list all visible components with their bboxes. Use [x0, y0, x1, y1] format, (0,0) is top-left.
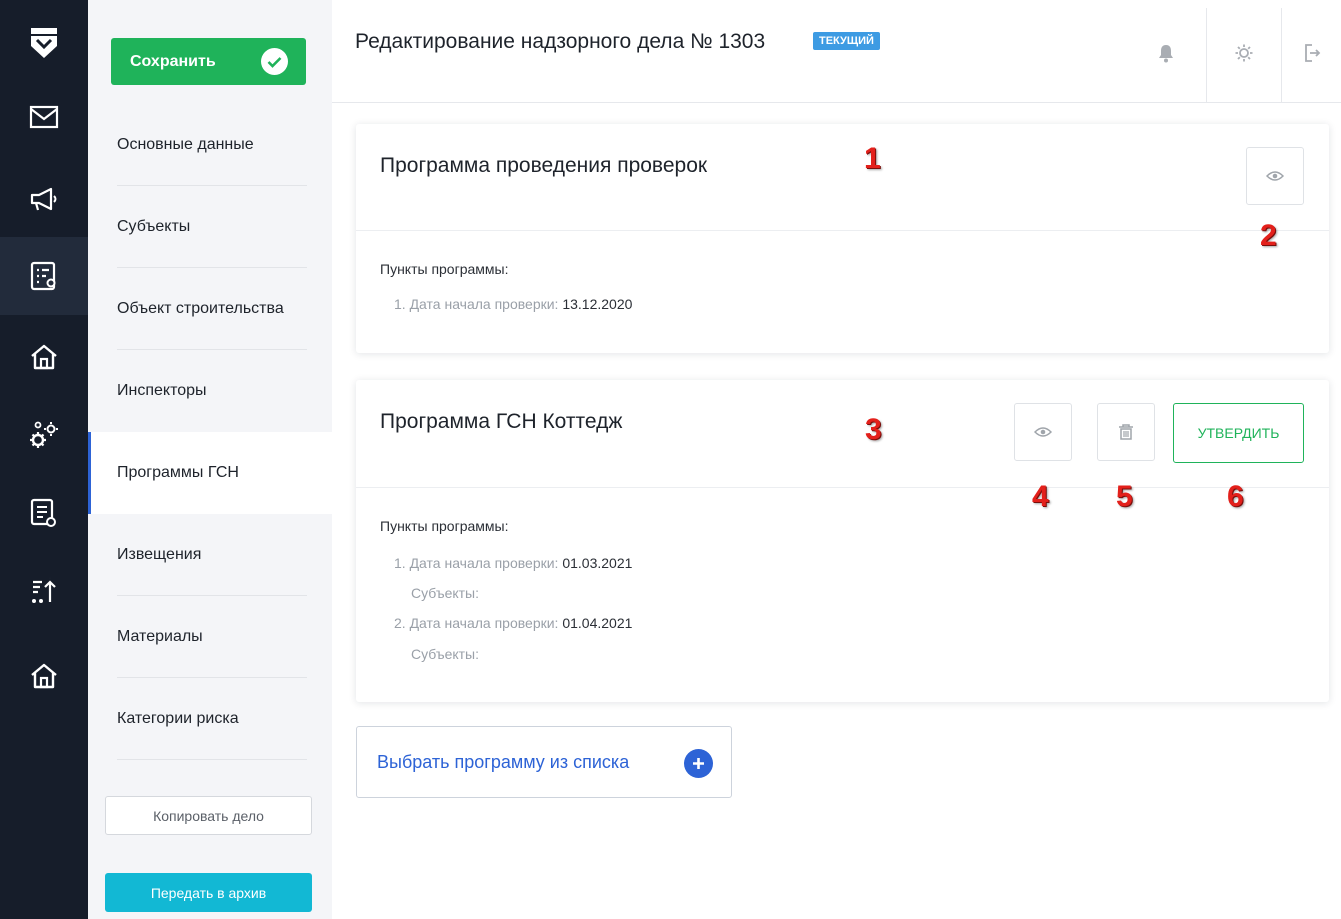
- item-date-label: Дата начала проверки:: [409, 296, 559, 312]
- nav-item-label: Субъекты: [117, 218, 191, 235]
- case-list-icon[interactable]: [0, 237, 88, 315]
- callout-number: 5: [1116, 480, 1133, 513]
- logout-icon[interactable]: [1282, 10, 1341, 95]
- nav-item-risk-categories[interactable]: Категории риска: [88, 678, 332, 760]
- view-button[interactable]: [1246, 147, 1304, 205]
- card-header: Программа ГСН Коттедж УТВЕРДИТЬ: [356, 380, 1329, 488]
- program-card: Программа проведения проверок Пункты про…: [356, 124, 1329, 353]
- page-title: Редактирование надзорного дела № 1303: [355, 30, 766, 53]
- page-header: Редактирование надзорного дела № 1303 ТЕ…: [332, 0, 1341, 103]
- nav-item-label: Извещения: [117, 546, 202, 563]
- nav-item-label: Категории риска: [117, 710, 239, 727]
- items-label: Пункты программы:: [380, 261, 509, 277]
- plus-icon: [684, 749, 713, 778]
- item-date-label: Дата начала проверки:: [409, 555, 559, 571]
- nav-item-construction-object[interactable]: Объект строительства: [88, 268, 332, 350]
- item-subjects-label: Субъекты:: [411, 585, 480, 601]
- card-header: Программа проведения проверок: [356, 124, 1329, 231]
- nav-item-main-data[interactable]: Основные данные: [88, 104, 332, 186]
- nav-item-label: Основные данные: [117, 136, 254, 153]
- pick-program-button[interactable]: Выбрать программу из списка: [356, 726, 732, 798]
- delete-button[interactable]: [1097, 403, 1155, 461]
- program-item: 1. Дата начала проверки: 13.12.2020: [394, 296, 632, 312]
- nav-item-label: Объект строительства: [117, 300, 284, 317]
- items-label: Пункты программы:: [380, 518, 509, 534]
- mail-icon[interactable]: [0, 78, 88, 156]
- callout-number: 1: [864, 142, 881, 175]
- item-date: 01.04.2021: [562, 615, 633, 631]
- gear-icon[interactable]: [1207, 10, 1281, 95]
- item-date-label: Дата начала проверки:: [409, 615, 559, 631]
- logo-icon[interactable]: [0, 0, 88, 86]
- pick-program-label: Выбрать программу из списка: [377, 751, 630, 772]
- sort-icon[interactable]: [0, 552, 88, 630]
- save-button[interactable]: Сохранить: [111, 38, 306, 85]
- nav-item-gsn-programs[interactable]: Программы ГСН: [88, 432, 332, 514]
- status-badge: ТЕКУЩИЙ: [813, 32, 880, 50]
- nav-item-notices[interactable]: Извещения: [88, 514, 332, 596]
- callout-number: 4: [1032, 480, 1049, 513]
- view-button[interactable]: [1014, 403, 1072, 461]
- archive-button[interactable]: Передать в архив: [105, 873, 312, 912]
- item-date: 01.03.2021: [562, 555, 633, 571]
- nav-item-label: Инспекторы: [117, 382, 207, 399]
- eye-icon: [1034, 427, 1052, 437]
- approve-button[interactable]: УТВЕРДИТЬ: [1173, 403, 1304, 463]
- nav-item-materials[interactable]: Материалы: [88, 596, 332, 678]
- copy-case-button[interactable]: Копировать дело: [105, 796, 312, 835]
- item-number: 1.: [394, 296, 406, 312]
- item-subjects-label: Субъекты:: [411, 646, 480, 662]
- bell-icon[interactable]: [1146, 10, 1186, 95]
- home-icon[interactable]: [0, 637, 88, 715]
- item-number: 1.: [394, 555, 406, 571]
- item-number: 2.: [394, 615, 406, 631]
- divider: [117, 759, 307, 760]
- home-icon[interactable]: [0, 318, 88, 396]
- eye-icon: [1266, 171, 1284, 181]
- item-date: 13.12.2020: [562, 296, 633, 312]
- nav-item-label: Материалы: [117, 628, 203, 645]
- report-icon[interactable]: [0, 474, 88, 552]
- callout-number: 3: [865, 413, 882, 446]
- program-card: Программа ГСН Коттедж УТВЕРДИТЬ Пункты п…: [356, 380, 1329, 702]
- section-nav: Сохранить Основные данные Субъекты Объек…: [88, 0, 332, 919]
- megaphone-icon[interactable]: [0, 160, 88, 238]
- callout-number: 6: [1227, 480, 1244, 513]
- program-title: Программа ГСН Коттедж: [380, 410, 623, 433]
- icon-rail: [0, 0, 88, 919]
- nav-item-label: Программы ГСН: [117, 464, 239, 481]
- program-item: 2. Дата начала проверки: 01.04.2021: [394, 615, 632, 631]
- check-icon: [261, 48, 288, 75]
- gears-icon[interactable]: [0, 396, 88, 474]
- nav-item-inspectors[interactable]: Инспекторы: [88, 350, 332, 432]
- callout-number: 2: [1260, 219, 1277, 252]
- save-button-label: Сохранить: [130, 52, 216, 70]
- program-item: 1. Дата начала проверки: 01.03.2021: [394, 555, 632, 571]
- trash-icon: [1119, 424, 1133, 440]
- program-title: Программа проведения проверок: [380, 154, 708, 177]
- nav-item-subjects[interactable]: Субъекты: [88, 186, 332, 268]
